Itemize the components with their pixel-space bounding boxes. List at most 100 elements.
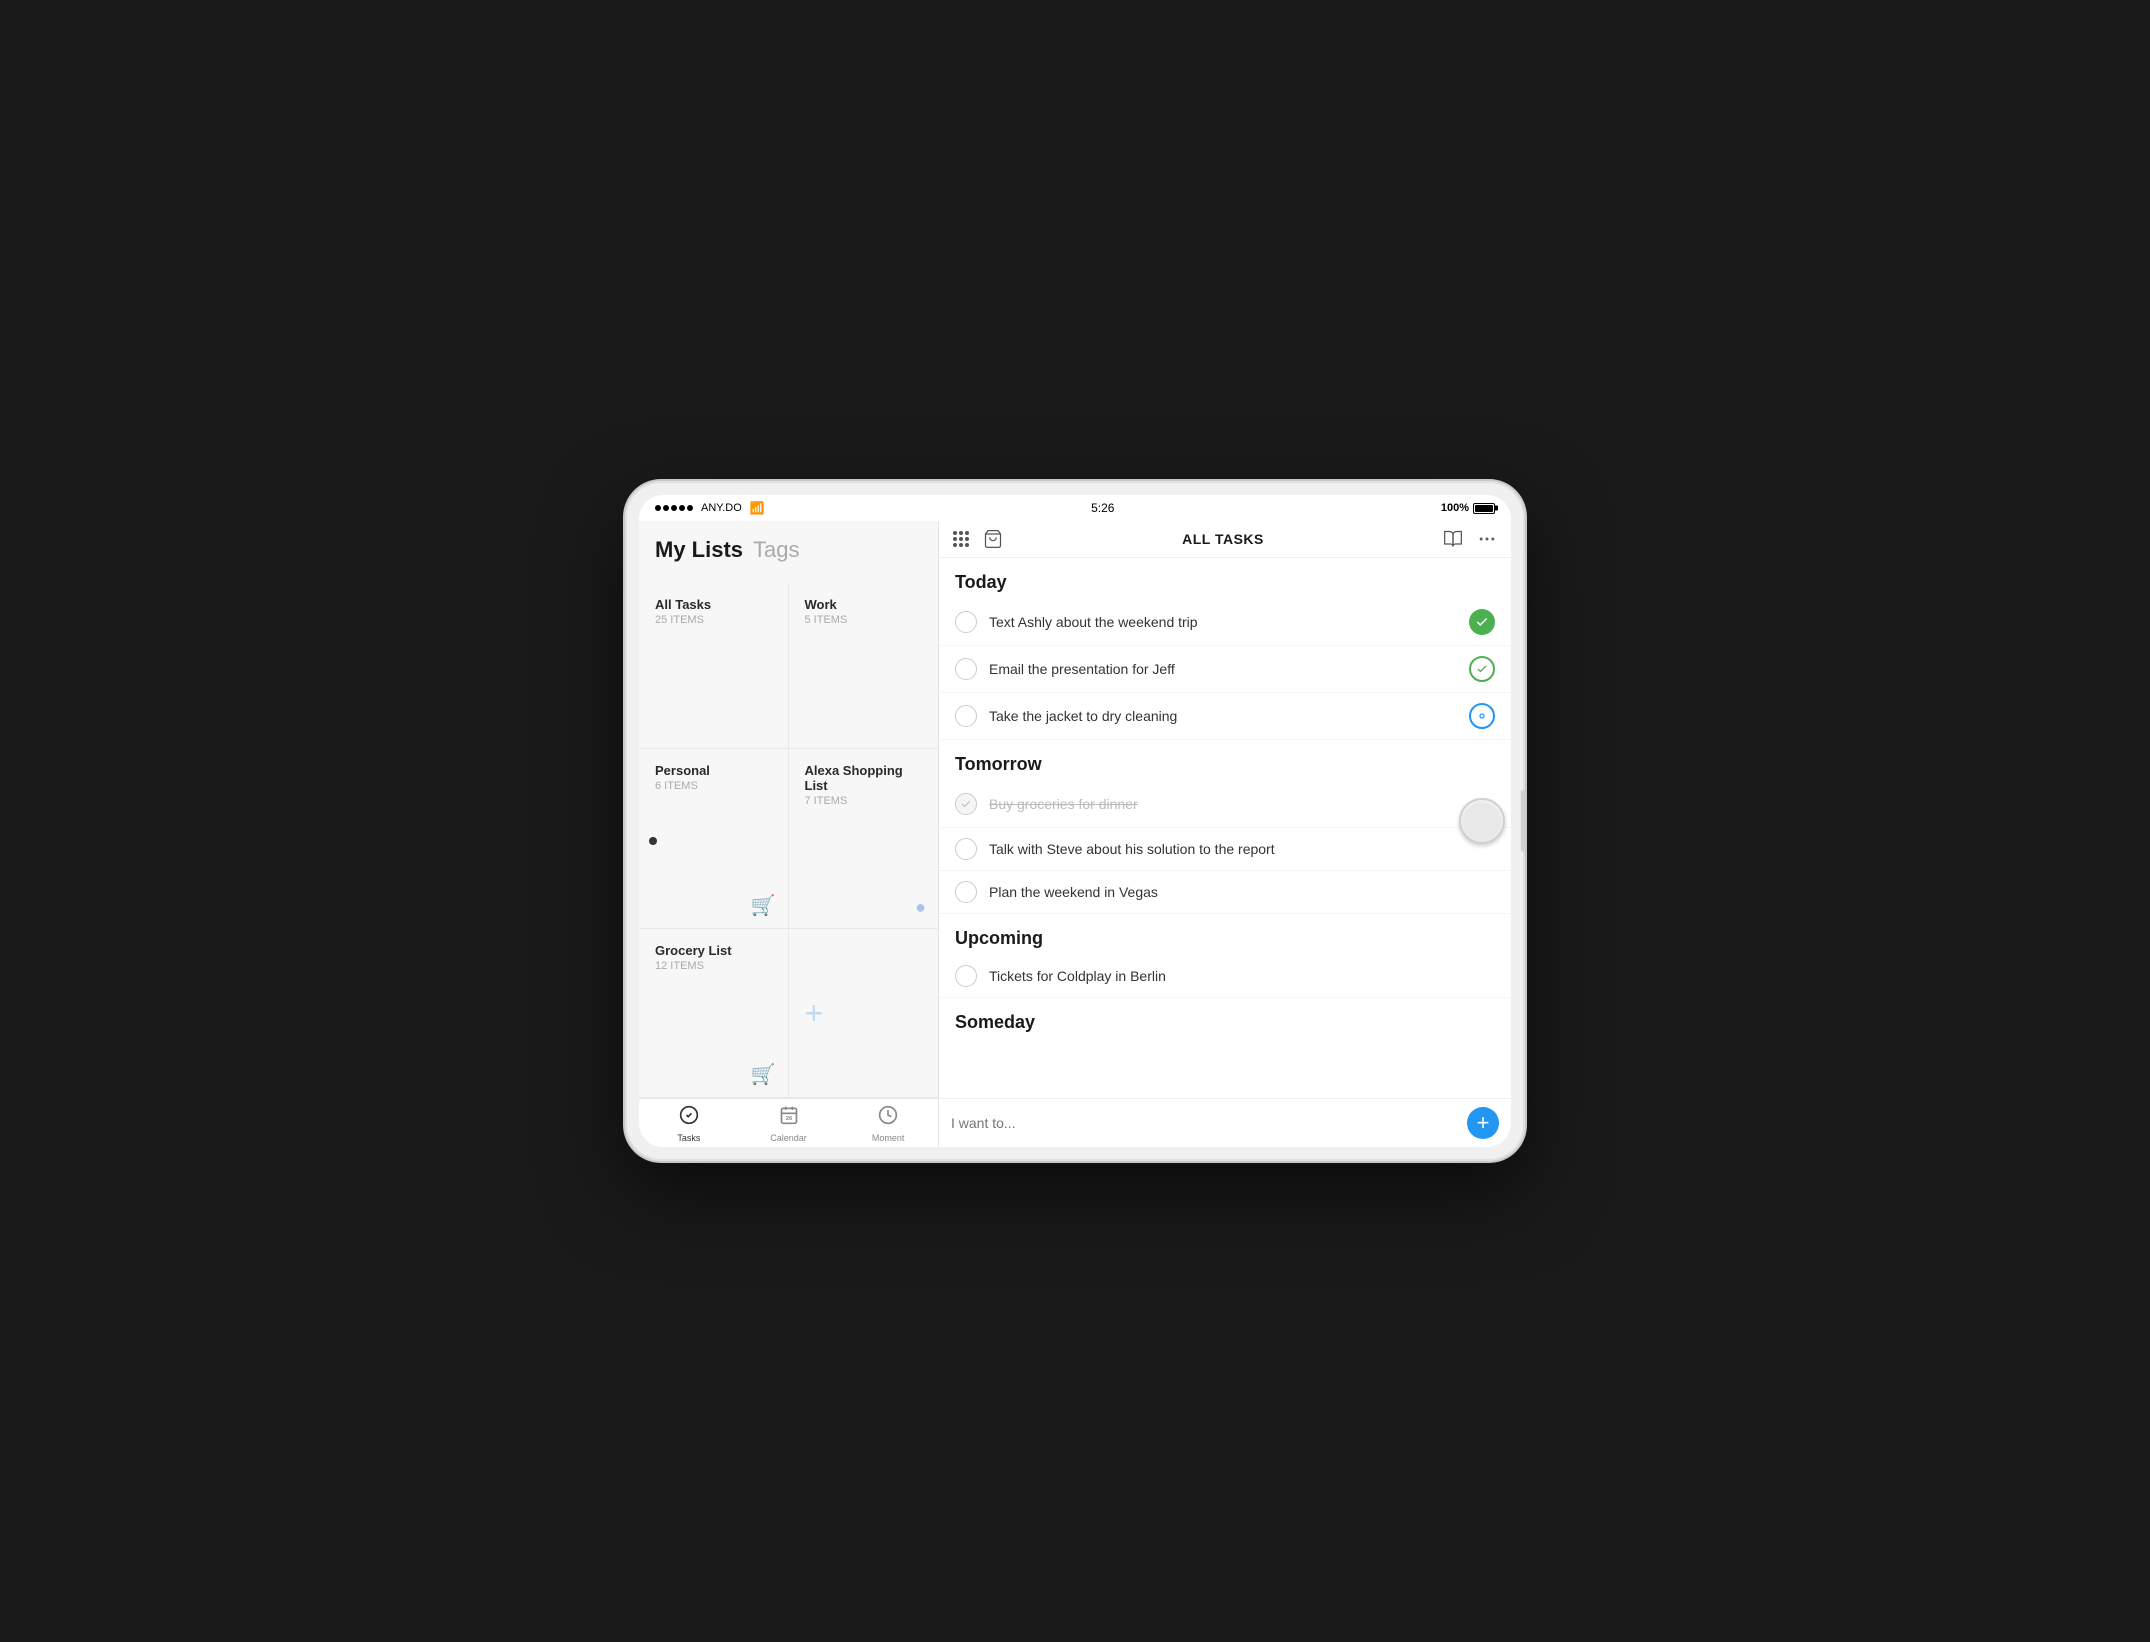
grid-dot-3 [965,531,969,535]
task-text-t6: Plan the weekend in Vegas [989,884,1495,900]
side-button[interactable] [1521,791,1525,851]
task-checkbox-t5[interactable] [955,838,977,860]
status-right: 100% [1441,502,1495,514]
task-checkbox-t7[interactable] [955,965,977,987]
grid-dot-8 [959,543,963,547]
grid-dot-5 [959,537,963,541]
list-item-all-tasks[interactable]: All Tasks 25 ITEMS [639,583,789,749]
moment-tab-icon [878,1105,898,1131]
battery-percent: 100% [1441,502,1469,514]
moment-tab-label: Moment [872,1133,905,1143]
add-cross-icon: + [805,997,824,1029]
my-lists-title: My Lists [655,537,743,563]
list-count-work: 5 ITEMS [805,614,923,626]
ipad-frame: ANY.DO 📶 5:26 100% My Lists [625,481,1525,1161]
task-row-t3[interactable]: Take the jacket to dry cleaning [939,693,1511,740]
section-header-upcoming: Upcoming [939,914,1511,955]
home-button[interactable] [1459,798,1505,844]
list-item-alexa[interactable]: Alexa Shopping List 7 ITEMS ● [789,749,939,930]
time-display: 5:26 [1091,501,1114,515]
carrier-name: ANY.DO [701,502,742,514]
list-name-alexa: Alexa Shopping List [805,763,923,793]
main-panel: ALL TASKS [939,521,1511,1147]
section-header-tomorrow: Tomorrow [939,740,1511,781]
add-task-input[interactable] [951,1115,1467,1131]
list-item-grocery[interactable]: Grocery List 12 ITEMS 🛒 [639,929,789,1098]
task-checkbox-t6[interactable] [955,881,977,903]
tasks-content: Today Text Ashly about the weekend trip [939,558,1511,1098]
bottom-tabs: Tasks 26 [639,1098,938,1147]
list-icon-grocery: 🛒 [751,1062,776,1087]
task-checkbox-t3[interactable] [955,705,977,727]
main-panel-title: ALL TASKS [1003,531,1443,547]
signal-dot-4 [679,505,685,511]
task-badge-t1 [1469,609,1495,635]
list-item-personal[interactable]: Personal 6 ITEMS 🛒 [639,749,789,930]
task-checkbox-t2[interactable] [955,658,977,680]
signal-dot-1 [655,505,661,511]
list-count-grocery: 12 ITEMS [655,960,772,972]
task-badge-t3 [1469,703,1495,729]
task-row-t2[interactable]: Email the presentation for Jeff [939,646,1511,693]
battery-fill [1475,505,1493,512]
list-icon-alexa: ● [915,897,926,918]
main-toolbar: ALL TASKS [939,521,1511,558]
add-task-button[interactable]: + [1467,1107,1499,1139]
task-row-t6[interactable]: Plan the weekend in Vegas [939,871,1511,914]
task-text-t5: Talk with Steve about his solution to th… [989,841,1495,857]
list-icon-personal: 🛒 [751,893,776,918]
task-checkbox-t1[interactable] [955,611,977,633]
list-name-work: Work [805,597,923,612]
book-icon[interactable] [1443,529,1463,549]
task-text-t2: Email the presentation for Jeff [989,661,1469,677]
tags-title: Tags [753,537,799,563]
list-item-add-new[interactable]: + [789,929,939,1098]
grid-dot-7 [953,543,957,547]
wifi-icon: 📶 [750,501,765,515]
list-count-alexa: 7 ITEMS [805,795,923,807]
screen: ANY.DO 📶 5:26 100% My Lists [639,495,1511,1147]
task-text-t3: Take the jacket to dry cleaning [989,708,1469,724]
list-name-all-tasks: All Tasks [655,597,772,612]
sidebar-content: All Tasks 25 ITEMS Work 5 ITEMS Personal [639,583,938,1098]
signal-dot-5 [687,505,693,511]
task-row-t7[interactable]: Tickets for Coldplay in Berlin [939,955,1511,998]
task-checkbox-t4[interactable] [955,793,977,815]
battery-icon [1473,503,1495,514]
list-count-personal: 6 ITEMS [655,780,772,792]
add-task-bar: + [939,1098,1511,1147]
basket-icon[interactable] [983,529,1003,549]
lists-grid: All Tasks 25 ITEMS Work 5 ITEMS Personal [639,583,938,1098]
content-area: My Lists Tags All Tasks 25 ITEMS [639,521,1511,1147]
list-item-work[interactable]: Work 5 ITEMS [789,583,939,749]
list-count-all-tasks: 25 ITEMS [655,614,772,626]
calendar-tab-label: Calendar [770,1133,807,1143]
grid-dot-1 [953,531,957,535]
sidebar-header: My Lists Tags [639,521,938,583]
task-badge-t2 [1469,656,1495,682]
signal-dot-3 [671,505,677,511]
status-bar: ANY.DO 📶 5:26 100% [639,495,1511,521]
grid-dot-2 [959,531,963,535]
svg-text:26: 26 [785,1116,792,1122]
tasks-tab-label: Tasks [677,1133,700,1143]
sidebar: My Lists Tags All Tasks 25 ITEMS [639,521,939,1147]
status-left: ANY.DO 📶 [655,501,765,515]
grid-dot-4 [953,537,957,541]
task-row-t1[interactable]: Text Ashly about the weekend trip [939,599,1511,646]
section-header-someday: Someday [939,998,1511,1039]
device-frame: ANY.DO 📶 5:26 100% My Lists [625,481,1525,1161]
tab-calendar[interactable]: 26 Calendar [739,1105,839,1143]
calendar-tab-icon: 26 [779,1105,799,1131]
list-name-personal: Personal [655,763,772,778]
more-icon[interactable] [1477,529,1497,549]
toolbar-right [1443,529,1497,549]
task-row-t5[interactable]: Talk with Steve about his solution to th… [939,828,1511,871]
tab-tasks[interactable]: Tasks [639,1105,739,1143]
signal-dots [655,505,693,511]
task-row-t4[interactable]: Buy groceries for dinner ✕ [939,781,1511,828]
tab-moment[interactable]: Moment [838,1105,938,1143]
sidebar-title-row: My Lists Tags [655,537,922,563]
list-name-grocery: Grocery List [655,943,772,958]
grid-icon[interactable] [953,531,969,547]
